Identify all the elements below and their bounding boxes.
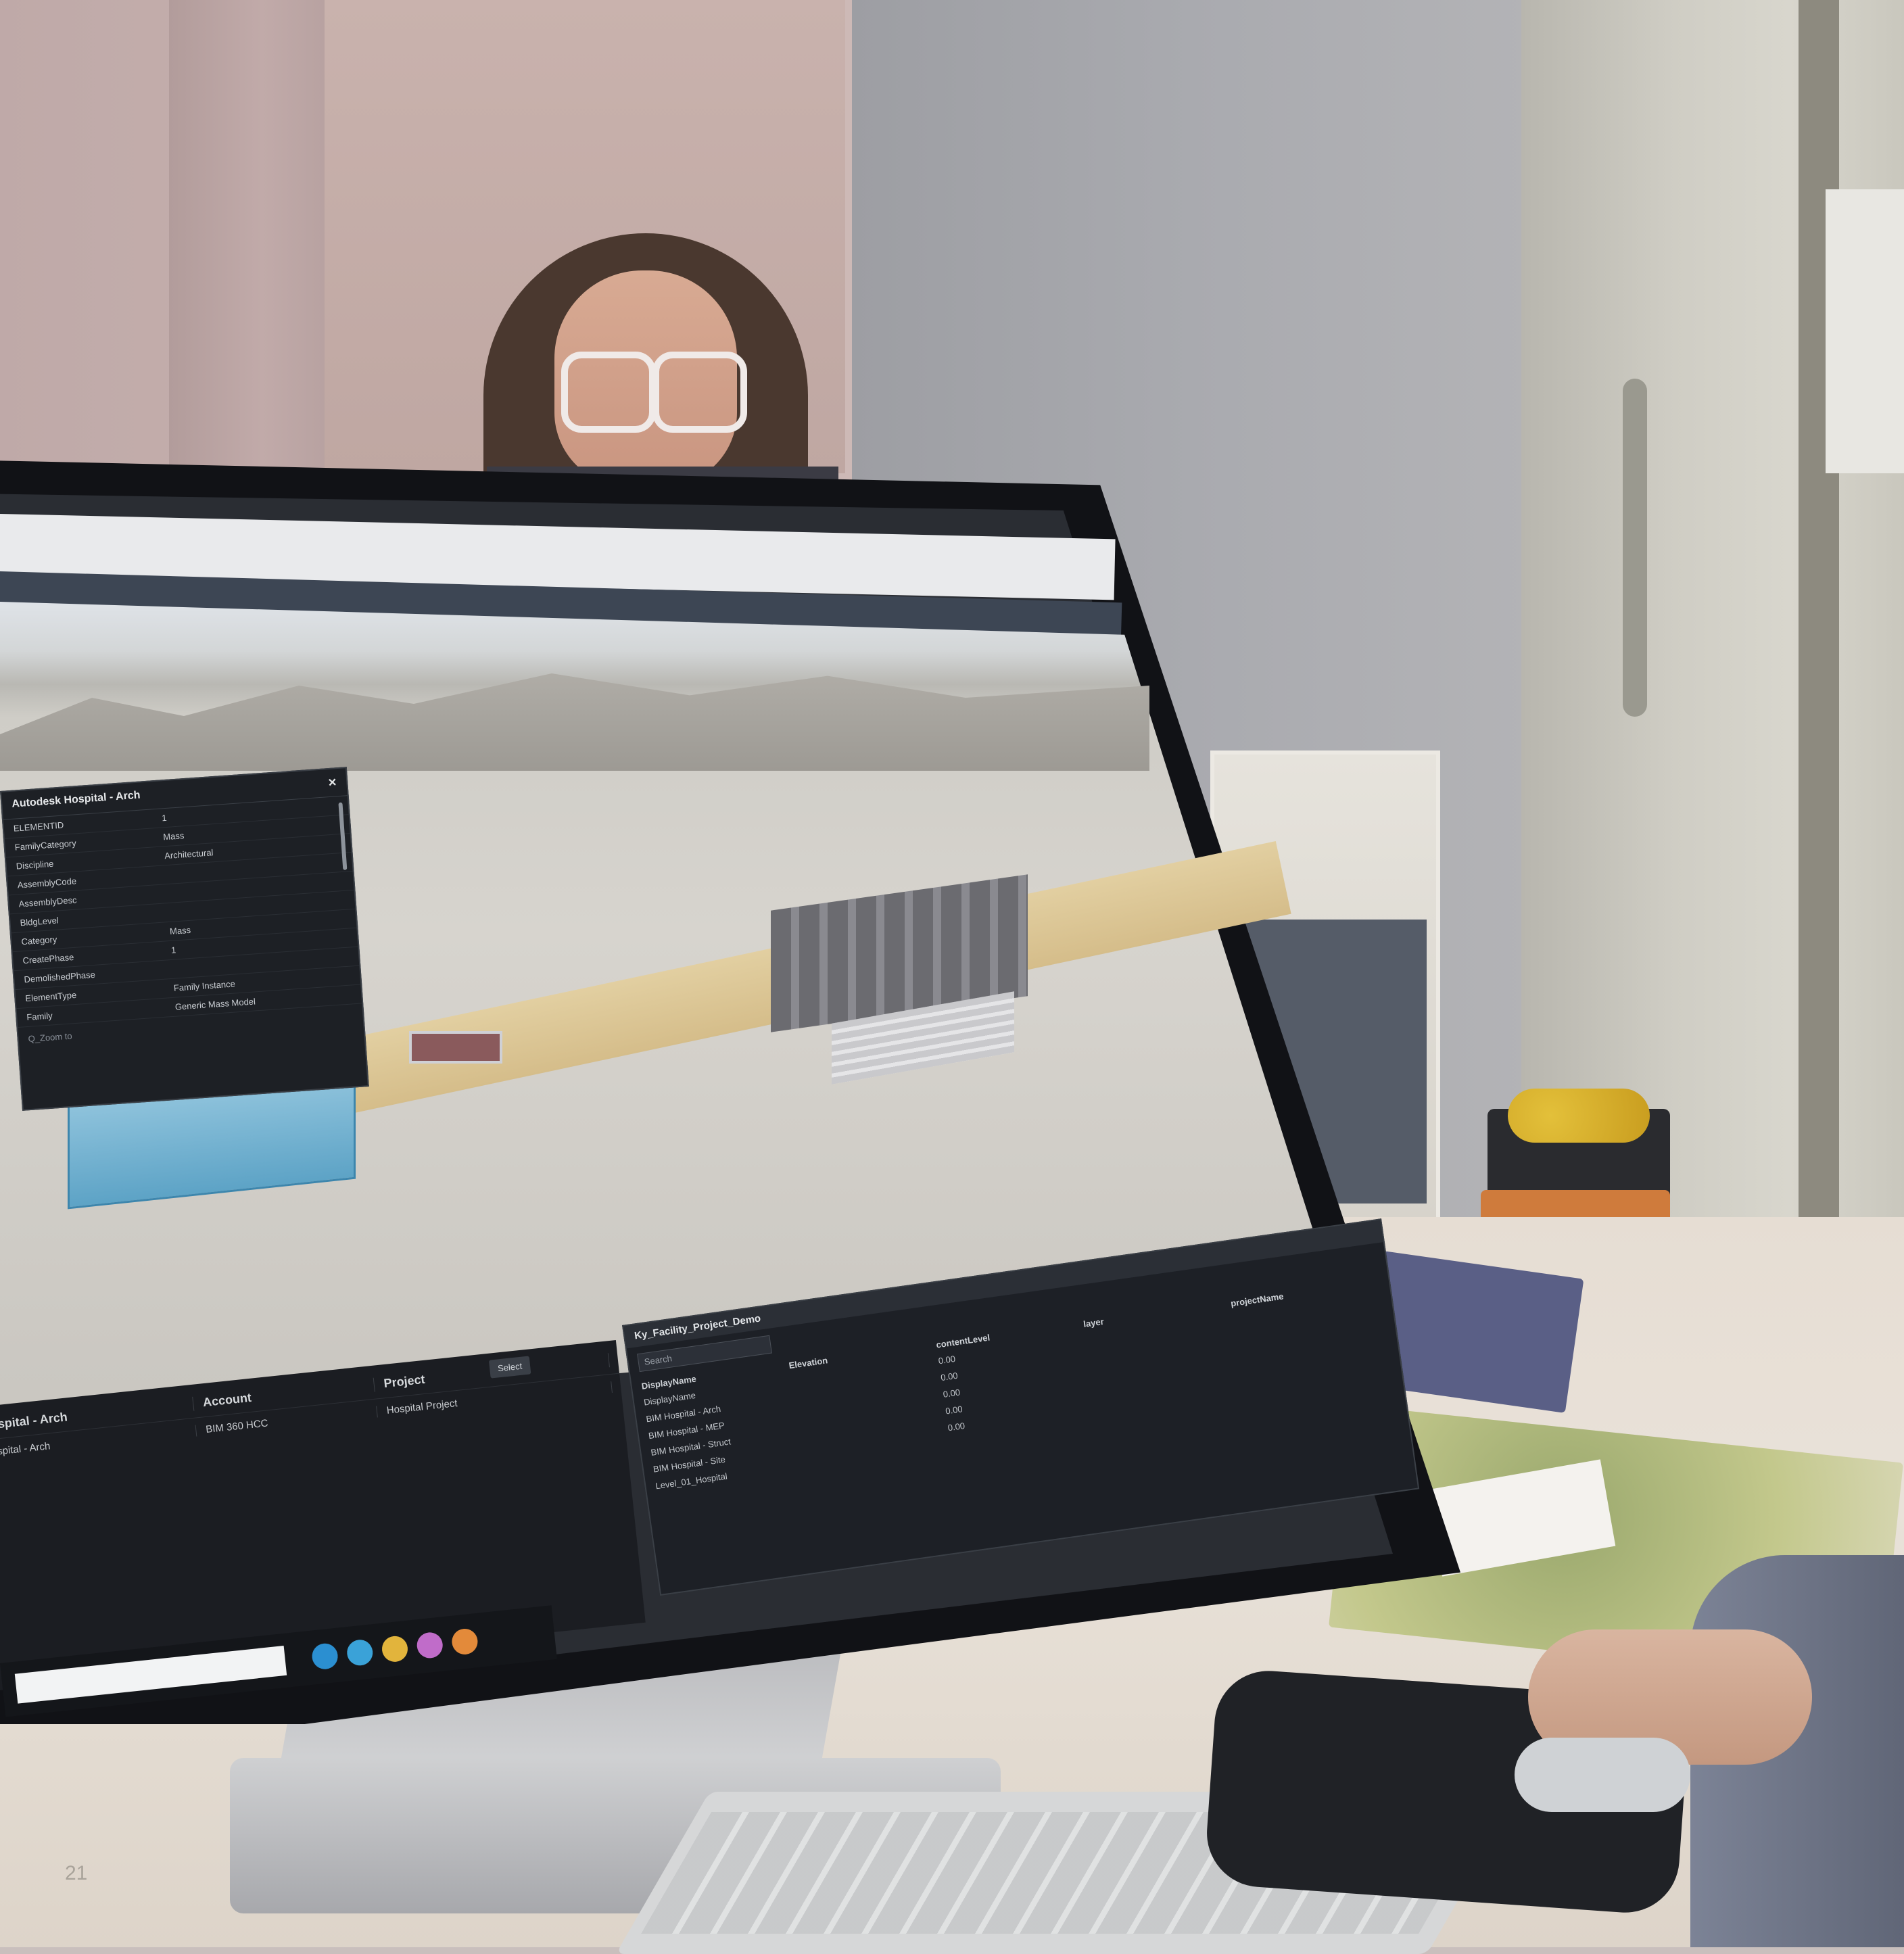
small-building[interactable]: [409, 1031, 502, 1064]
door-post: [1799, 0, 1839, 1217]
door: [1521, 0, 1904, 1251]
properties-title: Autodesk Hospital - Arch: [11, 789, 141, 810]
glasses-right-lens: [652, 352, 747, 433]
properties-panel: Autodesk Hospital - Arch ✕ ELEMENTID 1 Fam…: [0, 767, 369, 1111]
folder-icon[interactable]: [381, 1634, 409, 1663]
property-value: Mass: [169, 924, 191, 936]
glasses-left-lens: [561, 352, 656, 433]
door-window: [1826, 189, 1904, 473]
property-value: 1: [161, 812, 168, 824]
edge-icon[interactable]: [346, 1638, 375, 1667]
property-value: 1: [170, 945, 176, 955]
app-icon[interactable]: [450, 1627, 479, 1656]
property-value: Mass: [162, 830, 185, 842]
properties-rows: ELEMENTID 1 FamilyCategory Mass Discipline Ar…: [3, 796, 362, 1028]
fruit: [1508, 1089, 1650, 1143]
close-icon[interactable]: ✕: [327, 776, 337, 790]
pillar: [169, 0, 325, 487]
browser-icon[interactable]: [310, 1642, 339, 1671]
page-number: 21: [65, 1862, 88, 1884]
property-value: Family Instance: [173, 978, 236, 993]
door-handle: [1623, 379, 1647, 717]
property-value: Architectural: [164, 847, 214, 861]
app-icon[interactable]: [415, 1631, 444, 1660]
property-value: Generic Mass Model: [174, 996, 256, 1012]
mouse: [1515, 1738, 1690, 1812]
